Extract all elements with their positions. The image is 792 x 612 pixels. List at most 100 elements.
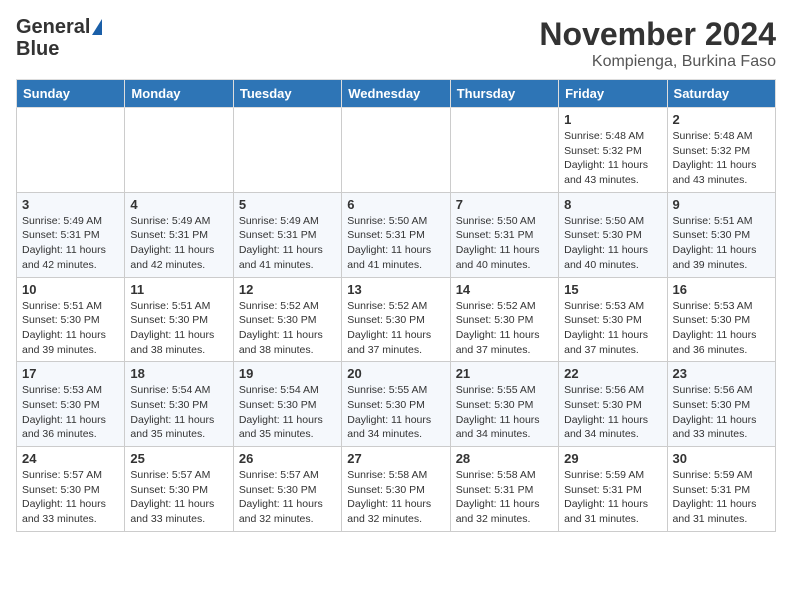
table-row: 20Sunrise: 5:55 AMSunset: 5:30 PMDayligh… xyxy=(342,362,450,447)
col-thursday: Thursday xyxy=(450,80,558,108)
logo-triangle-icon xyxy=(92,19,102,35)
logo: General Blue xyxy=(16,16,102,60)
col-tuesday: Tuesday xyxy=(233,80,341,108)
day-number: 3 xyxy=(22,197,119,212)
table-row: 1 Sunrise: 5:48 AMSunset: 5:32 PMDaylight… xyxy=(559,108,667,193)
table-row xyxy=(125,108,233,193)
day-number: 11 xyxy=(130,282,227,297)
table-row: 10Sunrise: 5:51 AMSunset: 5:30 PMDayligh… xyxy=(17,277,125,362)
page-title: November 2024 xyxy=(539,16,776,53)
table-row xyxy=(342,108,450,193)
day-info: Sunrise: 5:59 AMSunset: 5:31 PMDaylight:… xyxy=(564,468,661,527)
table-row: 14 Sunrise: 5:52 AMSunset: 5:30 PMDayligh… xyxy=(450,277,558,362)
logo-text-blue: Blue xyxy=(16,38,59,60)
table-row: 11 Sunrise: 5:51 AMSunset: 5:30 PMDayligh… xyxy=(125,277,233,362)
day-info: Sunrise: 5:55 AMSunset: 5:30 PMDaylight:… xyxy=(456,383,553,442)
day-info: Sunrise: 5:53 AMSunset: 5:30 PMDaylight:… xyxy=(22,383,119,442)
day-info: Sunrise: 5:49 AMSunset: 5:31 PMDaylight:… xyxy=(239,214,336,273)
calendar-week-row: 24 Sunrise: 5:57 AMSunset: 5:30 PMDayligh… xyxy=(17,447,776,532)
day-number: 24 xyxy=(22,451,119,466)
day-info: Sunrise: 5:58 AMSunset: 5:31 PMDaylight:… xyxy=(456,468,553,527)
day-info: Sunrise: 5:56 AMSunset: 5:30 PMDaylight:… xyxy=(564,383,661,442)
day-number: 19 xyxy=(239,366,336,381)
logo-text-general: General xyxy=(16,16,90,38)
day-info: Sunrise: 5:50 AMSunset: 5:30 PMDaylight:… xyxy=(564,214,661,273)
day-number: 23 xyxy=(673,366,770,381)
day-info: Sunrise: 5:50 AMSunset: 5:31 PMDaylight:… xyxy=(456,214,553,273)
day-info: Sunrise: 5:52 AMSunset: 5:30 PMDaylight:… xyxy=(239,299,336,358)
col-saturday: Saturday xyxy=(667,80,775,108)
day-number: 7 xyxy=(456,197,553,212)
day-number: 28 xyxy=(456,451,553,466)
day-number: 25 xyxy=(130,451,227,466)
day-info: Sunrise: 5:53 AMSunset: 5:30 PMDaylight:… xyxy=(673,299,770,358)
day-info: Sunrise: 5:59 AMSunset: 5:31 PMDaylight:… xyxy=(673,468,770,527)
calendar-table: Sunday Monday Tuesday Wednesday Thursday… xyxy=(16,79,776,532)
table-row xyxy=(233,108,341,193)
day-info: Sunrise: 5:54 AMSunset: 5:30 PMDaylight:… xyxy=(130,383,227,442)
day-info: Sunrise: 5:57 AMSunset: 5:30 PMDaylight:… xyxy=(130,468,227,527)
day-number: 2 xyxy=(673,112,770,127)
calendar-week-row: 3 Sunrise: 5:49 AMSunset: 5:31 PMDaylight… xyxy=(17,192,776,277)
table-row: 8Sunrise: 5:50 AMSunset: 5:30 PMDaylight… xyxy=(559,192,667,277)
table-row: 5Sunrise: 5:49 AMSunset: 5:31 PMDaylight… xyxy=(233,192,341,277)
table-row: 21 Sunrise: 5:55 AMSunset: 5:30 PMDayligh… xyxy=(450,362,558,447)
calendar-week-row: 1 Sunrise: 5:48 AMSunset: 5:32 PMDaylight… xyxy=(17,108,776,193)
table-row: 22 Sunrise: 5:56 AMSunset: 5:30 PMDayligh… xyxy=(559,362,667,447)
day-info: Sunrise: 5:48 AMSunset: 5:32 PMDaylight:… xyxy=(564,129,661,188)
day-number: 14 xyxy=(456,282,553,297)
table-row: 6Sunrise: 5:50 AMSunset: 5:31 PMDaylight… xyxy=(342,192,450,277)
day-number: 30 xyxy=(673,451,770,466)
col-friday: Friday xyxy=(559,80,667,108)
page-header: General Blue November 2024 Kompienga, Bu… xyxy=(16,16,776,71)
day-number: 12 xyxy=(239,282,336,297)
page-subtitle: Kompienga, Burkina Faso xyxy=(539,53,776,71)
table-row: 4 Sunrise: 5:49 AMSunset: 5:31 PMDaylight… xyxy=(125,192,233,277)
day-number: 26 xyxy=(239,451,336,466)
day-number: 9 xyxy=(673,197,770,212)
day-info: Sunrise: 5:51 AMSunset: 5:30 PMDaylight:… xyxy=(130,299,227,358)
calendar-header: Sunday Monday Tuesday Wednesday Thursday… xyxy=(17,80,776,108)
calendar-header-row: Sunday Monday Tuesday Wednesday Thursday… xyxy=(17,80,776,108)
day-number: 29 xyxy=(564,451,661,466)
day-number: 17 xyxy=(22,366,119,381)
day-info: Sunrise: 5:51 AMSunset: 5:30 PMDaylight:… xyxy=(22,299,119,358)
day-number: 18 xyxy=(130,366,227,381)
day-number: 13 xyxy=(347,282,444,297)
col-monday: Monday xyxy=(125,80,233,108)
table-row: 30 Sunrise: 5:59 AMSunset: 5:31 PMDayligh… xyxy=(667,447,775,532)
day-info: Sunrise: 5:51 AMSunset: 5:30 PMDaylight:… xyxy=(673,214,770,273)
table-row: 28 Sunrise: 5:58 AMSunset: 5:31 PMDayligh… xyxy=(450,447,558,532)
table-row: 29 Sunrise: 5:59 AMSunset: 5:31 PMDayligh… xyxy=(559,447,667,532)
table-row xyxy=(450,108,558,193)
table-row: 27Sunrise: 5:58 AMSunset: 5:30 PMDayligh… xyxy=(342,447,450,532)
table-row: 16 Sunrise: 5:53 AMSunset: 5:30 PMDayligh… xyxy=(667,277,775,362)
day-number: 4 xyxy=(130,197,227,212)
table-row: 24 Sunrise: 5:57 AMSunset: 5:30 PMDayligh… xyxy=(17,447,125,532)
day-info: Sunrise: 5:54 AMSunset: 5:30 PMDaylight:… xyxy=(239,383,336,442)
table-row: 25 Sunrise: 5:57 AMSunset: 5:30 PMDayligh… xyxy=(125,447,233,532)
table-row: 2 Sunrise: 5:48 AMSunset: 5:32 PMDaylight… xyxy=(667,108,775,193)
day-info: Sunrise: 5:52 AMSunset: 5:30 PMDaylight:… xyxy=(456,299,553,358)
day-number: 21 xyxy=(456,366,553,381)
day-info: Sunrise: 5:52 AMSunset: 5:30 PMDaylight:… xyxy=(347,299,444,358)
table-row: 18 Sunrise: 5:54 AMSunset: 5:30 PMDayligh… xyxy=(125,362,233,447)
day-info: Sunrise: 5:48 AMSunset: 5:32 PMDaylight:… xyxy=(673,129,770,188)
day-info: Sunrise: 5:49 AMSunset: 5:31 PMDaylight:… xyxy=(22,214,119,273)
day-info: Sunrise: 5:55 AMSunset: 5:30 PMDaylight:… xyxy=(347,383,444,442)
table-row: 23Sunrise: 5:56 AMSunset: 5:30 PMDayligh… xyxy=(667,362,775,447)
day-info: Sunrise: 5:58 AMSunset: 5:30 PMDaylight:… xyxy=(347,468,444,527)
day-info: Sunrise: 5:57 AMSunset: 5:30 PMDaylight:… xyxy=(22,468,119,527)
col-wednesday: Wednesday xyxy=(342,80,450,108)
calendar-body: 1 Sunrise: 5:48 AMSunset: 5:32 PMDaylight… xyxy=(17,108,776,532)
day-number: 22 xyxy=(564,366,661,381)
calendar-week-row: 17 Sunrise: 5:53 AMSunset: 5:30 PMDayligh… xyxy=(17,362,776,447)
day-number: 16 xyxy=(673,282,770,297)
day-info: Sunrise: 5:49 AMSunset: 5:31 PMDaylight:… xyxy=(130,214,227,273)
table-row: 19 Sunrise: 5:54 AMSunset: 5:30 PMDayligh… xyxy=(233,362,341,447)
table-row: 15Sunrise: 5:53 AMSunset: 5:30 PMDayligh… xyxy=(559,277,667,362)
table-row: 12 Sunrise: 5:52 AMSunset: 5:30 PMDayligh… xyxy=(233,277,341,362)
day-info: Sunrise: 5:50 AMSunset: 5:31 PMDaylight:… xyxy=(347,214,444,273)
table-row: 3 Sunrise: 5:49 AMSunset: 5:31 PMDaylight… xyxy=(17,192,125,277)
day-number: 1 xyxy=(564,112,661,127)
